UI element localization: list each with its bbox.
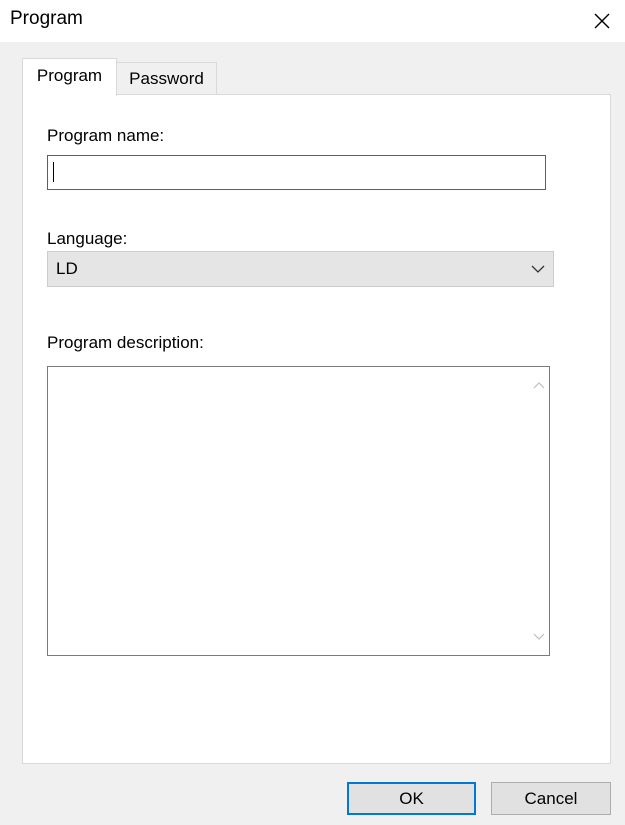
close-button[interactable] xyxy=(579,0,625,42)
program-name-label: Program name: xyxy=(47,126,165,145)
ok-button[interactable]: OK xyxy=(347,782,476,815)
language-select[interactable]: LD xyxy=(47,251,554,287)
cancel-button[interactable]: Cancel xyxy=(491,782,611,815)
tab-program[interactable]: Program xyxy=(22,58,117,96)
text-caret xyxy=(53,162,54,182)
scroll-up-button[interactable] xyxy=(529,375,549,395)
description-scrollbar[interactable] xyxy=(529,367,549,655)
close-icon xyxy=(594,13,610,29)
tab-password[interactable]: Password xyxy=(117,62,217,94)
program-description-textarea[interactable] xyxy=(47,366,550,656)
chevron-down-icon xyxy=(533,633,545,640)
scroll-down-button[interactable] xyxy=(529,627,549,647)
language-label: Language: xyxy=(47,229,128,248)
language-selected-value: LD xyxy=(56,259,78,278)
chevron-down-icon xyxy=(531,265,545,273)
title-bar: Program xyxy=(0,0,625,42)
chevron-up-icon xyxy=(533,382,545,389)
program-description-label: Program description: xyxy=(47,333,204,352)
program-name-input[interactable] xyxy=(47,155,546,190)
window-title: Program xyxy=(10,8,83,29)
